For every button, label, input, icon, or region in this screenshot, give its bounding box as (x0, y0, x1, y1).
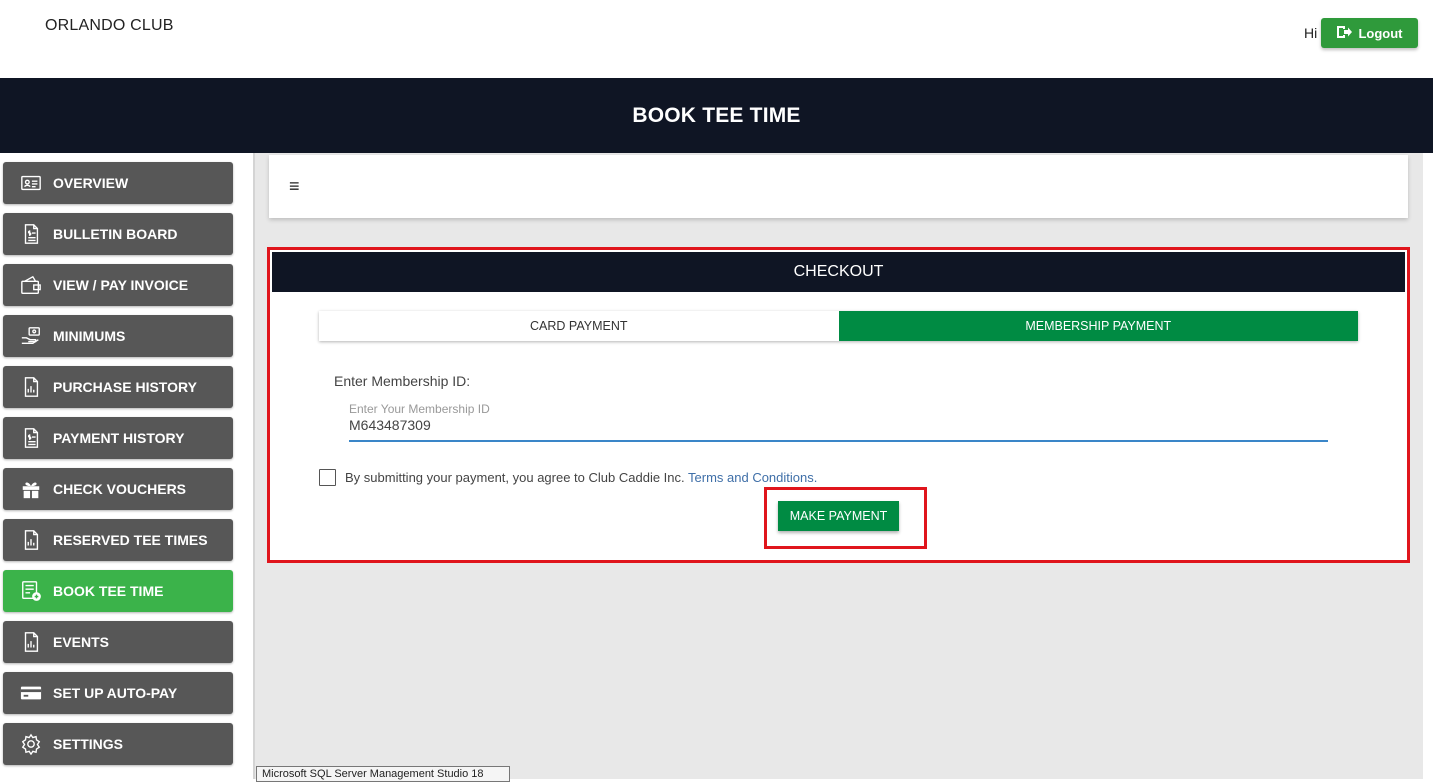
report-chart-icon (19, 630, 43, 654)
sidebar-item-view-pay-invoice[interactable]: VIEW / PAY INVOICE (3, 264, 233, 306)
membership-id-field: Enter Your Membership ID (349, 402, 1328, 442)
membership-id-placeholder: Enter Your Membership ID (349, 402, 490, 416)
tab-card-payment[interactable]: CARD PAYMENT (319, 311, 839, 341)
sidebar-item-label: PAYMENT HISTORY (53, 430, 185, 446)
logout-icon (1336, 25, 1353, 42)
wallet-icon (19, 273, 43, 297)
taskbar-tooltip: Microsoft SQL Server Management Studio 1… (256, 766, 510, 782)
sidebar-item-settings[interactable]: SETTINGS (3, 723, 233, 765)
cash-hand-icon (19, 324, 43, 348)
gear-icon (19, 732, 43, 756)
sidebar-item-label: SET UP AUTO-PAY (53, 685, 178, 701)
sidebar-item-check-vouchers[interactable]: CHECK VOUCHERS (3, 468, 233, 510)
sidebar-item-label: PURCHASE HISTORY (53, 379, 197, 395)
page-header: BOOK TEE TIME (0, 78, 1433, 153)
sidebar-item-label: EVENTS (53, 634, 110, 650)
checkout-header: CHECKOUT (272, 252, 1405, 292)
document-dollar-icon (19, 222, 43, 246)
sidebar-item-label: BULLETIN BOARD (53, 226, 178, 242)
logout-button[interactable]: Logout (1321, 18, 1418, 48)
sidebar-item-book-tee-time[interactable]: BOOK TEE TIME (3, 570, 233, 612)
make-payment-button[interactable]: MAKE PAYMENT (778, 501, 899, 531)
sidebar-item-bulletin-board[interactable]: BULLETIN BOARD (3, 213, 233, 255)
tab-membership-payment[interactable]: MEMBERSHIP PAYMENT (838, 311, 1358, 341)
sidebar-item-reserved-tee-times[interactable]: RESERVED TEE TIMES (3, 519, 233, 561)
agreement-text: By submitting your payment, you agree to… (345, 470, 817, 485)
gift-icon (19, 477, 43, 501)
sidebar-item-label: CHECK VOUCHERS (53, 481, 187, 497)
right-margin (1423, 153, 1433, 779)
terms-link[interactable]: Terms and Conditions. (688, 470, 817, 485)
report-chart-icon (19, 528, 43, 552)
sidebar: OVERVIEW BULLETIN BOARD VIEW / PAY INVOICE… (0, 153, 254, 779)
terms-checkbox[interactable] (319, 469, 336, 486)
sidebar-item-minimums[interactable]: MINIMUMS (3, 315, 233, 357)
sidebar-item-purchase-history[interactable]: PURCHASE HISTORY (3, 366, 233, 408)
sidebar-item-payment-history[interactable]: PAYMENT HISTORY (3, 417, 233, 459)
page-title: BOOK TEE TIME (632, 103, 801, 127)
membership-id-input[interactable] (349, 417, 1319, 433)
logout-label: Logout (1358, 25, 1403, 41)
sidebar-item-overview[interactable]: OVERVIEW (3, 162, 233, 204)
document-dollar-icon (19, 426, 43, 450)
top-bar: ORLANDO CLUB Hi Logout (0, 0, 1433, 78)
payment-tabs: CARD PAYMENT MEMBERSHIP PAYMENT (319, 311, 1358, 341)
sidebar-item-set-up-auto-pay[interactable]: SET UP AUTO-PAY (3, 672, 233, 714)
hamburger-icon[interactable]: ≡ (289, 177, 300, 195)
greeting-text: Hi (1304, 25, 1318, 41)
sidebar-item-label: SETTINGS (53, 736, 124, 752)
sidebar-item-events[interactable]: EVENTS (3, 621, 233, 663)
id-card-icon (19, 171, 43, 195)
checkout-panel: CHECKOUT CARD PAYMENT MEMBERSHIP PAYMENT… (267, 247, 1410, 563)
report-chart-icon (19, 375, 43, 399)
club-name: ORLANDO CLUB (45, 17, 174, 34)
sidebar-item-label: OVERVIEW (53, 175, 129, 191)
sidebar-item-label: RESERVED TEE TIMES (53, 532, 208, 548)
sidebar-item-label: BOOK TEE TIME (53, 583, 164, 599)
credit-card-icon (19, 681, 43, 705)
sidebar-item-label: VIEW / PAY INVOICE (53, 277, 189, 293)
sidebar-item-label: MINIMUMS (53, 328, 126, 344)
list-plus-icon (19, 579, 43, 603)
menu-card: ≡ (269, 155, 1408, 218)
membership-id-label: Enter Membership ID: (334, 373, 471, 389)
agreement-statement: By submitting your payment, you agree to… (345, 470, 685, 485)
